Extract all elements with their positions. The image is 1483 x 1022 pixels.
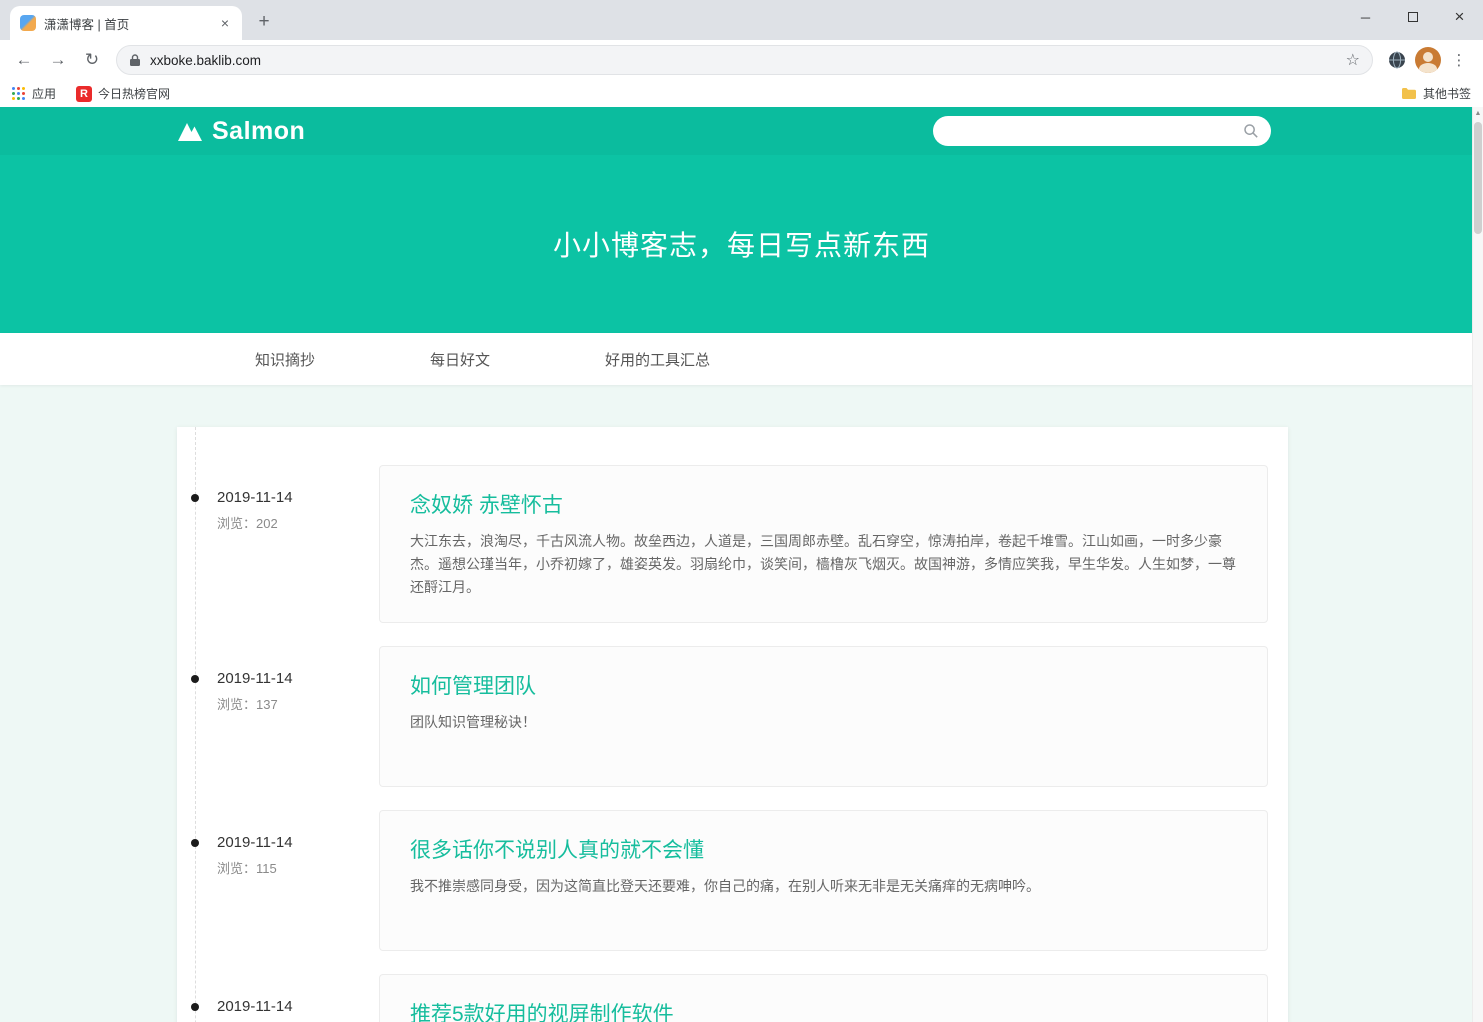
close-window-button[interactable]: × [1436,0,1483,34]
post-excerpt: 团队知识管理秘诀！ [410,711,1237,734]
post-excerpt: 我不推崇感同身受，因为这简直比登天还要难，你自己的痛，在别人听来无非是无关痛痒的… [410,875,1237,898]
browser-tab[interactable]: 潇潇博客 | 首页 × [10,6,242,40]
post-meta: 2019-11-14 浏览：202 [177,465,379,623]
search-icon[interactable] [1243,123,1259,139]
post-date: 2019-11-14 [217,998,379,1015]
maximize-icon [1408,12,1418,22]
page-scrollbar[interactable]: ▲ [1472,107,1483,1022]
post-date: 2019-11-14 [217,489,379,506]
nav-item-tools[interactable]: 好用的工具汇总 [605,349,710,370]
nav-item-knowledge[interactable]: 知识摘抄 [255,349,315,370]
profile-avatar[interactable] [1415,47,1441,73]
salmon-logo-icon [177,120,203,142]
maximize-button[interactable] [1389,0,1436,34]
post-card: 如何管理团队 团队知识管理秘诀！ [379,646,1268,787]
browser-tab-strip: 潇潇博客 | 首页 × + ─ × [0,0,1483,40]
post-date: 2019-11-14 [217,834,379,851]
post-card: 念奴娇 赤壁怀古 大江东去，浪淘尽，千古风流人物。故垒西边，人道是，三国周郎赤壁… [379,465,1268,623]
browser-menu-icon[interactable]: ⋮ [1443,44,1475,76]
site-logo[interactable]: Salmon [177,117,305,146]
bookmark-star-icon[interactable]: ☆ [1346,50,1360,70]
hero-banner: 小小博客志，每日写点新东西 [0,155,1483,333]
post-card: 很多话你不说别人真的就不会懂 我不推崇感同身受，因为这简直比登天还要难，你自己的… [379,810,1268,951]
apps-grid-icon [12,87,26,101]
scrollbar-up-icon[interactable]: ▲ [1473,107,1483,120]
favicon-icon [20,15,36,31]
url-text: xxboke.baklib.com [150,53,261,68]
post-meta: 2019-11-14 浏览：115 [177,810,379,951]
post-views: 浏览：202 [217,513,379,532]
post-title-link[interactable]: 很多话你不说别人真的就不会懂 [410,834,1237,864]
site-header-top: Salmon [0,107,1483,155]
minimize-button[interactable]: ─ [1342,0,1389,34]
hot-site-favicon-icon: R [76,86,92,102]
site-nav: 知识摘抄 每日好文 好用的工具汇总 [0,333,1483,385]
globe-extension-icon[interactable] [1381,44,1413,76]
post-date: 2019-11-14 [217,670,379,687]
browser-toolbar: ← → ↻ xxboke.baklib.com ☆ ⋮ [0,40,1483,80]
post-views: 浏览：115 [217,858,379,877]
site-logo-text: Salmon [212,117,305,146]
apps-shortcut[interactable]: 应用 [12,85,56,102]
tab-close-icon[interactable]: × [216,14,234,32]
post-excerpt: 大江东去，浪淘尽，千古风流人物。故垒西边，人道是，三国周郎赤壁。乱石穿空，惊涛拍… [410,530,1237,599]
post-views: 浏览：137 [217,694,379,713]
other-bookmarks-label: 其他书签 [1423,85,1471,102]
hero-title: 小小博客志，每日写点新东西 [553,224,930,264]
scrollbar-thumb[interactable] [1474,122,1482,234]
site-header: Salmon 小小博客志，每日写点新东西 [0,107,1483,333]
post-row: 2019-11-14 浏览：137 如何管理团队 团队知识管理秘诀！ [177,646,1288,787]
search-input[interactable] [945,124,1243,139]
webpage-viewport: Salmon 小小博客志，每日写点新东西 知识摘抄 每日好文 好用的工具汇总 2… [0,107,1483,1022]
post-title-link[interactable]: 如何管理团队 [410,670,1237,700]
post-title-link[interactable]: 推荐5款好用的视屏制作软件 [410,998,1237,1022]
post-row: 2019-11-14 浏览：244 推荐5款好用的视屏制作软件 视屏制作软件汇总 [177,974,1288,1022]
back-button[interactable]: ← [8,44,40,76]
reload-button[interactable]: ↻ [76,44,108,76]
hot-site-label: 今日热榜官网 [98,85,170,102]
tab-title: 潇潇博客 | 首页 [44,14,208,33]
lock-icon [129,53,141,67]
timeline-panel: 2019-11-14 浏览：202 念奴娇 赤壁怀古 大江东去，浪淘尽，千古风流… [177,427,1288,1022]
post-card: 推荐5款好用的视屏制作软件 视屏制作软件汇总 [379,974,1268,1022]
post-title-link[interactable]: 念奴娇 赤壁怀古 [410,489,1237,519]
apps-label: 应用 [32,85,56,102]
address-bar[interactable]: xxboke.baklib.com ☆ [116,45,1373,75]
post-row: 2019-11-14 浏览：115 很多话你不说别人真的就不会懂 我不推崇感同身… [177,810,1288,951]
window-controls: ─ × [1342,0,1483,34]
nav-item-daily[interactable]: 每日好文 [430,349,490,370]
new-tab-button[interactable]: + [250,8,278,36]
post-row: 2019-11-14 浏览：202 念奴娇 赤壁怀古 大江东去，浪淘尽，千古风流… [177,465,1288,623]
folder-icon [1401,87,1417,100]
post-meta: 2019-11-14 浏览：137 [177,646,379,787]
other-bookmarks[interactable]: 其他书签 [1401,85,1471,102]
bookmark-hot-site[interactable]: R 今日热榜官网 [76,85,170,102]
site-search-box[interactable] [933,116,1271,146]
post-meta: 2019-11-14 浏览：244 [177,974,379,1022]
forward-button[interactable]: → [42,44,74,76]
main-content: 2019-11-14 浏览：202 念奴娇 赤壁怀古 大江东去，浪淘尽，千古风流… [0,385,1483,1022]
bookmarks-bar: 应用 R 今日热榜官网 其他书签 [0,80,1483,107]
